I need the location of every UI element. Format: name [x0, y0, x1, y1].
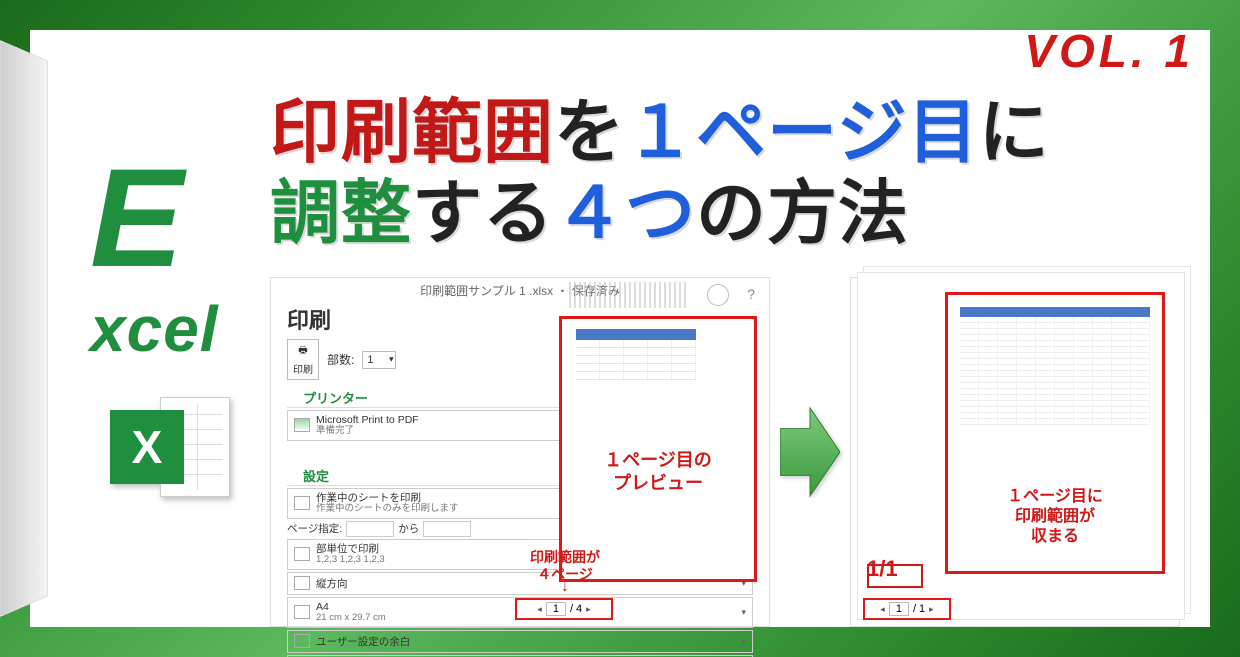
pager-prev-icon[interactable]: ◂	[537, 604, 542, 615]
collate-sub: 1,2,3 1,2,3 1,2,3	[316, 555, 385, 566]
margins-dropdown[interactable]: ユーザー設定の余白 ▾	[287, 630, 753, 653]
printer-section-text: プリンター	[303, 391, 368, 406]
pager-current[interactable]: 1	[546, 602, 566, 616]
title-t4: の方法	[696, 174, 909, 252]
pager-next-icon[interactable]: ▸	[929, 604, 934, 615]
margins-value: ユーザー設定の余白	[316, 634, 410, 649]
chevron-down-icon: ▾	[741, 607, 746, 618]
door-graphic	[0, 40, 48, 617]
preview-caption-l1: １ページ目の	[604, 450, 712, 470]
brand-panel: Excel X	[30, 30, 270, 627]
demo-row: ? 印刷範囲サンプル 1 .xlsx ・ 保存済み 印刷 🖶 印刷 部数: 1 …	[270, 267, 1180, 637]
printer-device-icon	[294, 418, 310, 432]
excel-wordmark-e: E	[90, 155, 183, 281]
title-blue2: ４つ	[554, 174, 696, 252]
paper-icon	[294, 605, 310, 619]
excel-icon: X	[110, 392, 230, 502]
preview-caption: １ページ目の プレビュー	[562, 449, 754, 496]
help-icon: ?	[747, 286, 755, 302]
main-title: 印刷範囲を１ページ目に 調整する４つの方法	[270, 92, 1180, 253]
excel-wordmark: Excel	[30, 155, 270, 362]
page-to-input[interactable]	[423, 521, 471, 537]
preview-caption-l2: プレビュー	[613, 473, 703, 493]
pager-annotation: 印刷範囲が ４ページ ↓	[505, 549, 625, 592]
preview-mini-table	[576, 329, 696, 380]
after-caption-l2: 印刷範囲が	[1015, 508, 1095, 525]
collate-icon	[294, 547, 310, 561]
excel-wordmark-rest: xcel	[90, 293, 219, 365]
title-t3: する	[412, 174, 554, 252]
orientation-icon	[294, 576, 310, 590]
margins-icon	[294, 634, 310, 648]
print-dialog-after: １ページ目に 印刷範囲が 収まる 1/1 ◂ 1 / 1 ▸	[850, 277, 1180, 627]
copies-label: 部数:	[327, 351, 354, 368]
avatar-icon	[707, 284, 729, 306]
scope-sub: 作業中のシートのみを印刷します	[316, 504, 459, 515]
preview-page-after: １ページ目に 印刷範囲が 収まる	[945, 292, 1165, 574]
after-caption-l3: 収まる	[1031, 528, 1079, 545]
printer-icon: 🖶	[298, 343, 307, 360]
page-count-label: 1/1	[867, 556, 898, 582]
chevron-down-icon: ▾	[741, 636, 746, 647]
after-caption: １ページ目に 印刷範囲が 収まる	[948, 487, 1162, 547]
printer-status: 準備完了	[316, 426, 419, 437]
pager-total: / 4	[570, 603, 582, 615]
doc-title: 印刷範囲サンプル 1 .xlsx ・ 保存済み	[271, 278, 769, 299]
volume-label: VOL. 1	[1024, 24, 1194, 78]
preview-full-table	[960, 307, 1150, 425]
title-t1: を	[554, 93, 625, 171]
thumbnail-background: Excel X VOL. 1 印刷範囲を１ページ目に 調整する４つの方法 ? 印	[0, 0, 1240, 657]
orientation-value: 縦方向	[316, 576, 348, 591]
print-dialog-before: ? 印刷範囲サンプル 1 .xlsx ・ 保存済み 印刷 🖶 印刷 部数: 1 …	[270, 277, 770, 627]
transition-arrow	[780, 397, 840, 507]
page-range-label: ページ指定:	[287, 521, 342, 536]
content-area: VOL. 1 印刷範囲を１ページ目に 調整する４つの方法 ? 印刷範囲サンプル …	[270, 30, 1210, 627]
arrow-right-icon	[780, 397, 840, 507]
page-range-to: から	[398, 521, 419, 536]
thumbnail-card: Excel X VOL. 1 印刷範囲を１ページ目に 調整する４つの方法 ? 印	[30, 30, 1210, 627]
pager-after[interactable]: ◂ 1 / 1 ▸	[863, 598, 951, 620]
title-blue1: １ページ目	[625, 93, 979, 171]
paper-sub: 21 cm x 29.7 cm	[316, 613, 386, 624]
page-from-input[interactable]	[346, 521, 394, 537]
pager-annot-l1: 印刷範囲が	[530, 549, 600, 565]
title-t2: に	[979, 93, 1050, 171]
pager-current[interactable]: 1	[889, 602, 909, 616]
print-button[interactable]: 🖶 印刷	[287, 339, 319, 380]
pager-prev-icon[interactable]: ◂	[880, 604, 885, 615]
print-button-label: 印刷	[293, 361, 313, 376]
title-green: 調整	[270, 174, 412, 252]
sheet-icon	[294, 496, 310, 510]
after-caption-l1: １ページ目に	[1007, 488, 1103, 505]
copies-spinner[interactable]: 1	[362, 351, 396, 369]
pager-total: / 1	[913, 603, 925, 615]
preview-page-before: １ページ目の プレビュー	[559, 316, 757, 582]
pager-before[interactable]: ◂ 1 / 4 ▸	[515, 598, 613, 620]
decor-barcode	[569, 282, 689, 308]
excel-icon-book: X	[110, 410, 184, 484]
title-red: 印刷範囲	[270, 93, 554, 171]
pager-next-icon[interactable]: ▸	[586, 604, 591, 615]
